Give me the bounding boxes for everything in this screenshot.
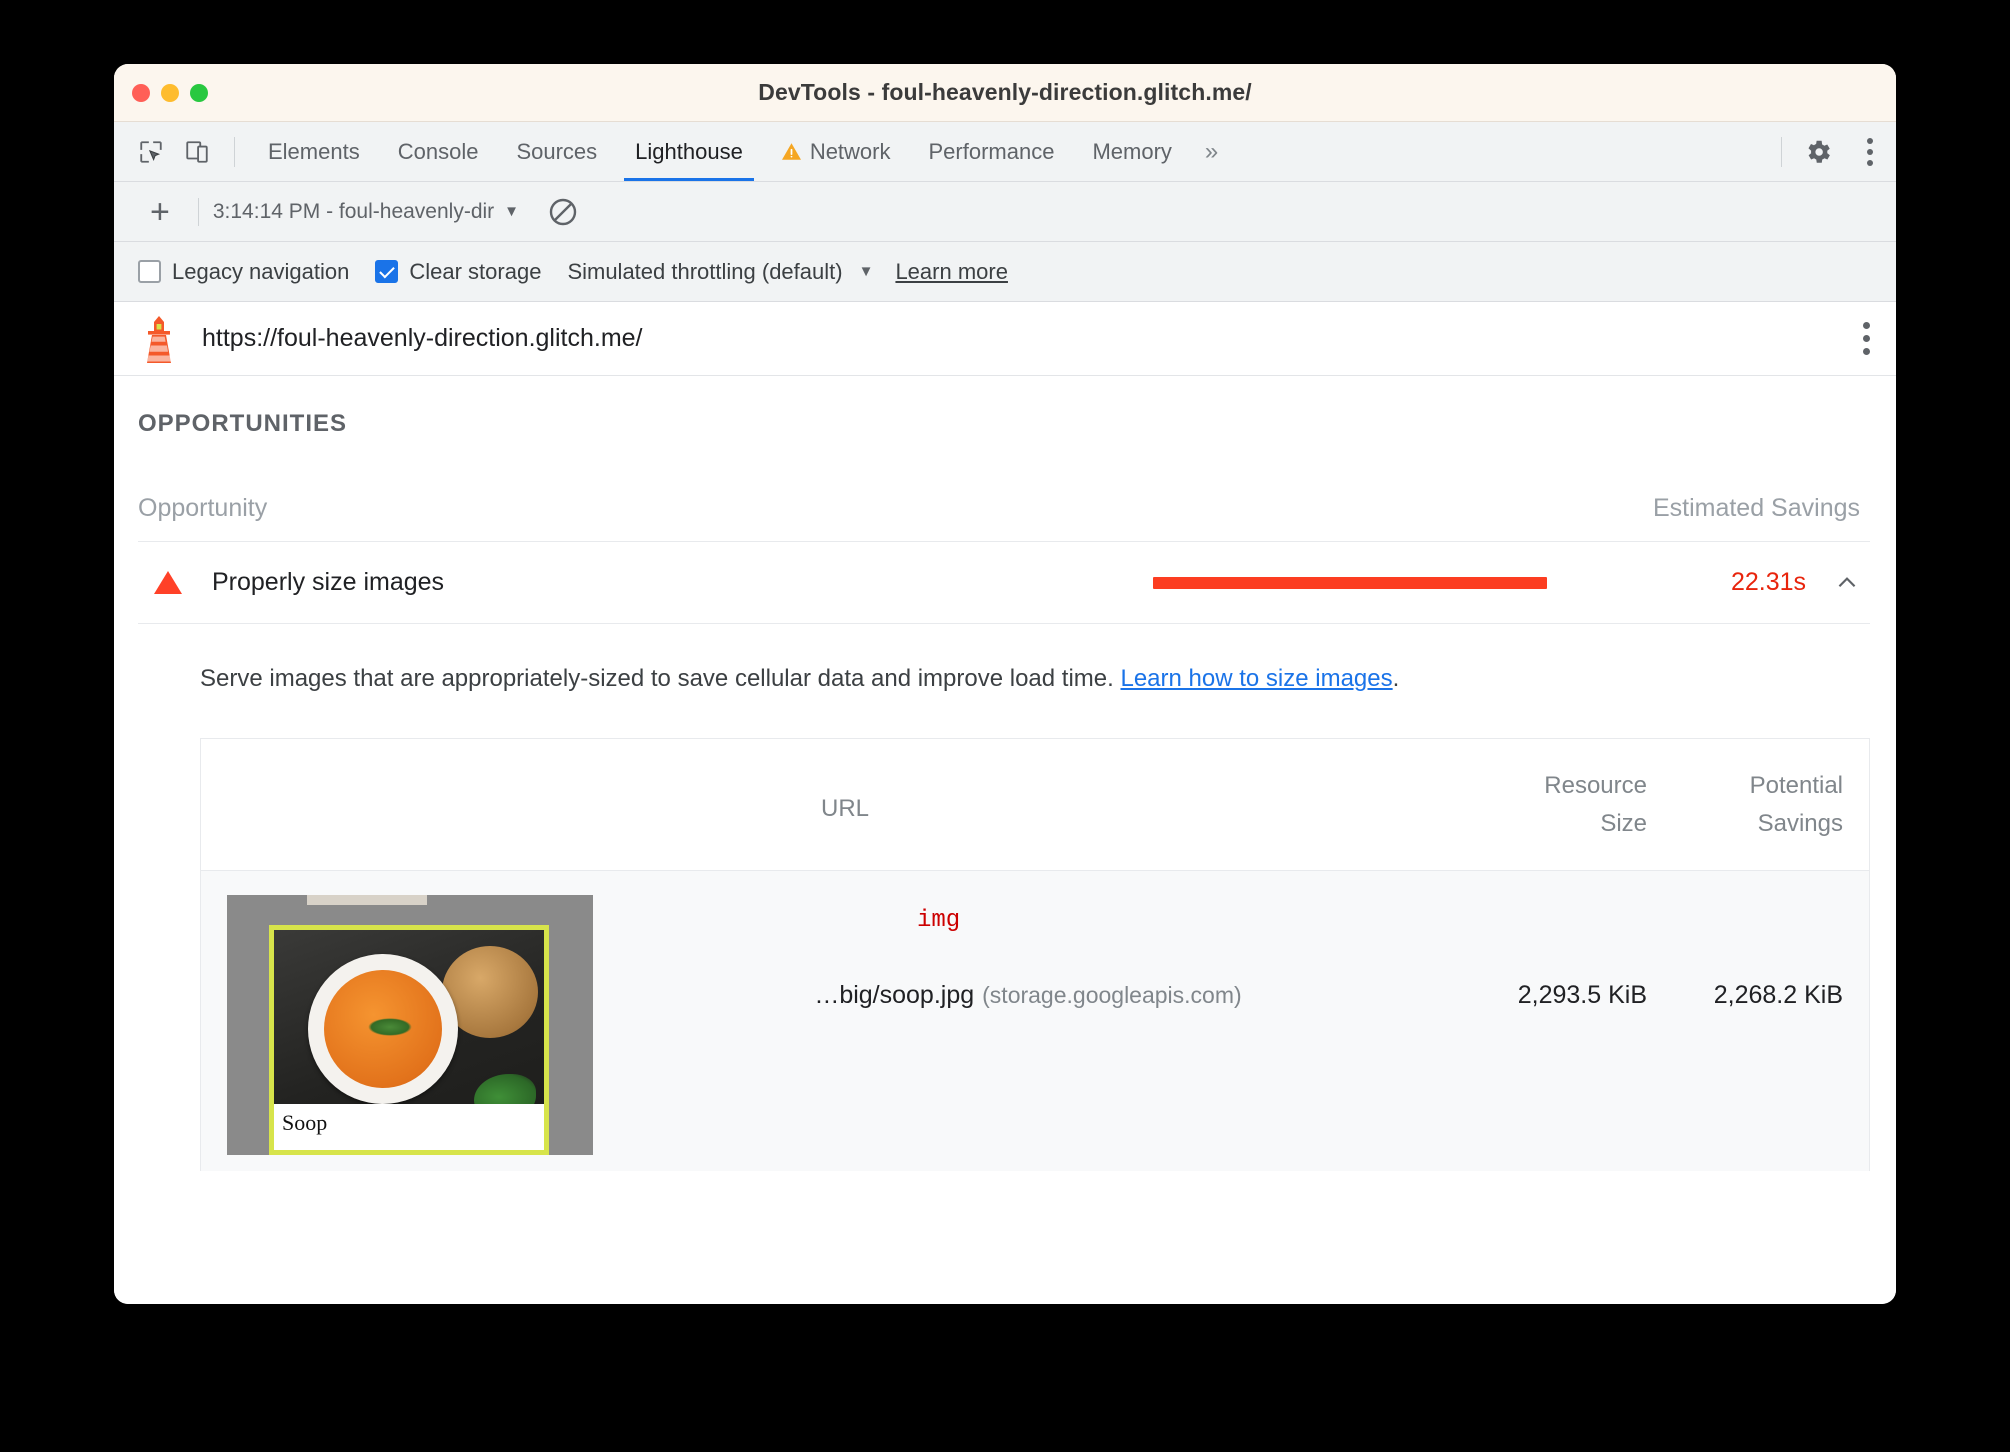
- lighthouse-options-bar: Legacy navigation Clear storage Simulate…: [114, 242, 1896, 302]
- tab-label: Elements: [268, 138, 360, 164]
- resource-table-header: URL Resource Size Potential Savings: [201, 739, 1869, 872]
- window-controls: [132, 64, 208, 122]
- report-url: https://foul-heavenly-direction.glitch.m…: [202, 324, 643, 352]
- window-titlebar: DevTools - foul-heavenly-direction.glitc…: [114, 64, 1896, 122]
- column-header-url: URL: [820, 794, 869, 822]
- resource-url-path: …big/soop.jpg: [814, 981, 975, 1010]
- tab-label: Memory: [1092, 138, 1172, 164]
- inspect-element-icon[interactable]: [128, 122, 174, 181]
- checkbox-box: [138, 260, 161, 283]
- lighthouse-icon: [147, 315, 173, 363]
- column-header-potential-savings: Potential Savings: [1647, 767, 1843, 845]
- devtools-tabbar: Elements Console Sources Lighthouse Netw…: [114, 122, 1896, 182]
- red-triangle-icon: [154, 571, 182, 594]
- row-url-cell: img …big/soop.jpg (storage.googleapis.com…: [593, 895, 1463, 1171]
- thumbnail-caption-title: Soop: [282, 1110, 328, 1136]
- resource-size-line1: Resource: [1544, 771, 1647, 799]
- thumbnail-caption-box: Soop Cozy warm: [274, 1104, 544, 1151]
- garnish-shape: [368, 1018, 412, 1037]
- close-window-button[interactable]: [132, 84, 150, 102]
- device-toolbar-icon[interactable]: [174, 122, 220, 181]
- description-suffix: .: [1392, 665, 1400, 692]
- more-tabs-button[interactable]: »: [1191, 122, 1232, 181]
- opportunity-detail-panel: Serve images that are appropriately-size…: [138, 624, 1870, 1172]
- gear-icon[interactable]: [1792, 122, 1844, 181]
- thumbnail-photo: Soop Cozy warm: [269, 925, 549, 1156]
- tab-lighthouse[interactable]: Lighthouse: [616, 122, 762, 181]
- cell-potential-savings: 2,268.2 KiB: [1713, 981, 1843, 1010]
- tab-performance[interactable]: Performance: [910, 122, 1074, 181]
- opportunities-table-header: Opportunity Estimated Savings: [138, 438, 1870, 542]
- report-select-label: 3:14:14 PM - foul-heavenly-dir: [212, 199, 495, 223]
- opportunity-name: Properly size images: [212, 568, 445, 596]
- thumbnail-topbar: [307, 895, 427, 906]
- tab-label: Console: [397, 138, 479, 164]
- potential-savings-line2: Savings: [1757, 810, 1843, 838]
- tab-console[interactable]: Console: [379, 122, 498, 181]
- checkbox-box-checked: [375, 260, 399, 283]
- devtools-window: DevTools - foul-heavenly-direction.glitc…: [114, 64, 1896, 1304]
- tab-label: Sources: [516, 138, 598, 164]
- kebab-menu-icon[interactable]: [1844, 122, 1896, 181]
- opportunity-resource-table: URL Resource Size Potential Savings Soop…: [200, 737, 1870, 1172]
- window-title: DevTools - foul-heavenly-direction.glitc…: [758, 79, 1252, 105]
- tab-memory[interactable]: Memory: [1073, 122, 1190, 181]
- column-header-opportunity: Opportunity: [138, 494, 268, 522]
- chevron-down-icon[interactable]: ▼: [859, 263, 874, 280]
- bowl-shape: [308, 954, 458, 1105]
- report-menu-icon[interactable]: [1863, 322, 1870, 355]
- clear-storage-checkbox[interactable]: Clear storage: [375, 259, 541, 285]
- report-select-dropdown[interactable]: 3:14:14 PM - foul-heavenly-dir ▼: [213, 200, 519, 224]
- learn-how-to-size-images-link[interactable]: Learn how to size images: [1120, 665, 1392, 692]
- lighthouse-run-toolbar: + 3:14:14 PM - foul-heavenly-dir ▼: [114, 182, 1896, 242]
- tabbar-spacer: [1232, 122, 1771, 181]
- tab-sources[interactable]: Sources: [497, 122, 616, 181]
- opportunity-row-properly-size-images[interactable]: Properly size images 22.31s: [138, 542, 1870, 624]
- savings-bar-track: [1153, 576, 1658, 589]
- report-url-bar: https://foul-heavenly-direction.glitch.m…: [114, 302, 1896, 376]
- legacy-navigation-label: Legacy navigation: [172, 258, 350, 284]
- potential-savings-line1: Potential: [1749, 771, 1843, 799]
- toolbar-divider: [1781, 136, 1782, 167]
- cell-resource-size: 2,293.5 KiB: [1517, 981, 1647, 1010]
- element-tag-label: img: [917, 907, 961, 935]
- warning-triangle-icon: [781, 143, 801, 160]
- toolbar-divider: [234, 136, 235, 167]
- tab-elements[interactable]: Elements: [249, 122, 379, 181]
- legacy-navigation-checkbox[interactable]: Legacy navigation: [138, 259, 349, 285]
- chevron-up-icon[interactable]: [1834, 570, 1860, 596]
- throttling-label: Simulated throttling (default): [567, 258, 843, 284]
- column-header-resource-size: Resource Size: [1463, 767, 1647, 845]
- table-row: Soop Cozy warm img …big/soop.jpg (storage…: [201, 871, 1869, 1172]
- minimize-window-button[interactable]: [161, 84, 179, 102]
- learn-more-link[interactable]: Learn more: [895, 259, 1008, 285]
- savings-bar-fill: [1153, 576, 1547, 589]
- resource-url-host: (storage.googleapis.com): [982, 982, 1242, 1009]
- opportunity-description: Serve images that are appropriately-size…: [138, 624, 1870, 696]
- maximize-window-button[interactable]: [190, 84, 208, 102]
- chevron-down-icon: ▼: [504, 203, 520, 220]
- tab-label: Lighthouse: [635, 138, 743, 164]
- lighthouse-report-body: OPPORTUNITIES Opportunity Estimated Savi…: [114, 376, 1896, 1304]
- soup-image-thumbnail[interactable]: Soop Cozy warm: [227, 895, 593, 1156]
- tab-network[interactable]: Network: [762, 122, 910, 181]
- new-report-button[interactable]: +: [136, 195, 184, 229]
- resource-size-line2: Size: [1600, 810, 1647, 838]
- opportunities-section-title: OPPORTUNITIES: [138, 410, 348, 437]
- soup-shape: [324, 970, 442, 1089]
- resource-url[interactable]: …big/soop.jpg (storage.googleapis.com): [593, 981, 1463, 1010]
- tab-label: Network: [809, 138, 891, 164]
- description-text: Serve images that are appropriately-size…: [200, 665, 1121, 692]
- clear-storage-label: Clear storage: [409, 258, 542, 284]
- opportunity-savings-value: 22.31s: [1730, 568, 1806, 596]
- toolbar-divider: [197, 197, 199, 226]
- tab-label: Performance: [928, 138, 1055, 164]
- no-entry-icon[interactable]: [547, 196, 579, 228]
- column-header-estimated-savings: Estimated Savings: [1652, 494, 1860, 522]
